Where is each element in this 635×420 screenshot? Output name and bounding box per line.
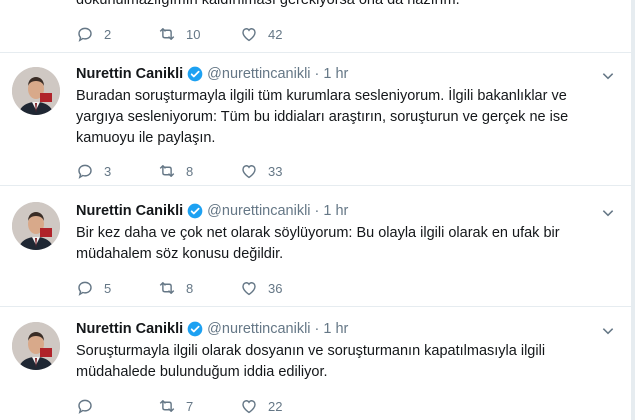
tweet-header: Nurettin Canikli @nurettincanikli · 1 hr: [76, 64, 348, 84]
tweet-text-line: kamuoyu ile paylaşın.: [76, 130, 216, 146]
tweet-header: Nurettin Canikli @nurettincanikli · 1 hr: [76, 319, 348, 339]
avatar-image: [12, 67, 60, 115]
tweet-text-line: müdahalede bulunduğum iddia ediliyor.: [76, 364, 328, 380]
like-button[interactable]: 42: [240, 25, 322, 43]
retweet-icon: [159, 165, 175, 177]
retweet-count: 7: [186, 398, 194, 414]
retweet-button[interactable]: 7: [158, 397, 240, 415]
tweet-timestamp[interactable]: 1 hr: [323, 66, 348, 82]
reply-button[interactable]: [76, 397, 158, 415]
reply-count: 2: [104, 26, 112, 42]
separator-dot: ·: [314, 321, 320, 337]
reply-icon: [78, 27, 92, 42]
tweet-text: Bir kez daha ve çok net olarak söylüyoru…: [76, 223, 616, 265]
like-count: 42: [268, 26, 283, 42]
tweet-text-line: Bir kez daha ve çok net olarak söylüyoru…: [76, 225, 560, 241]
retweet-icon: [159, 28, 175, 40]
tweet-timeline: dokunulmazlığımın kaldırılması gerekiyor…: [0, 0, 631, 420]
like-count: 33: [268, 163, 283, 179]
heart-icon: [242, 165, 256, 179]
like-count: 36: [268, 280, 283, 296]
reply-icon: [78, 281, 92, 296]
retweet-icon: [159, 400, 175, 412]
tweet-actions: 7 22: [76, 396, 322, 416]
tweet-actions: 3 8 33: [76, 161, 322, 181]
reply-icon: [78, 164, 92, 179]
tweet-actions: 5 8 36: [76, 278, 322, 298]
reply-button[interactable]: 5: [76, 279, 158, 297]
verified-badge-icon: [187, 203, 203, 219]
retweet-icon: [159, 282, 175, 294]
tweet-text: Buradan soruşturmayla ilgili tüm kurumla…: [76, 86, 616, 149]
retweet-button[interactable]: 8: [158, 279, 240, 297]
like-count: 22: [268, 398, 283, 414]
tweet-text-line: yargıya sesleniyorum: Tüm bu iddiaları a…: [76, 109, 569, 125]
author-name[interactable]: Nurettin Canikli: [76, 203, 183, 219]
reply-count: 5: [104, 280, 112, 296]
tweet[interactable]: Nurettin Canikli @nurettincanikli · 1 hr…: [0, 186, 631, 307]
tweet-timestamp[interactable]: 1 hr: [323, 321, 348, 337]
author-handle[interactable]: @nurettincanikli: [207, 321, 310, 337]
tweet-text: Soruşturmayla ilgili olarak dosyanın ve …: [76, 341, 616, 383]
reply-icon: [78, 399, 92, 414]
reply-button[interactable]: 3: [76, 162, 158, 180]
avatar-image: [12, 322, 60, 370]
like-button[interactable]: 36: [240, 279, 322, 297]
tweet-partial[interactable]: dokunulmazlığımın kaldırılması gerekiyor…: [0, 0, 631, 53]
tweet-text-line: Buradan soruşturmayla ilgili tüm kurumla…: [76, 88, 567, 104]
tweet-actions: 2 10 42: [76, 24, 322, 44]
retweet-button[interactable]: 8: [158, 162, 240, 180]
tweet[interactable]: Nurettin Canikli @nurettincanikli · 1 hr…: [0, 307, 631, 420]
author-name[interactable]: Nurettin Canikli: [76, 321, 183, 337]
author-name[interactable]: Nurettin Canikli: [76, 66, 183, 82]
chevron-down-icon[interactable]: [601, 206, 615, 220]
reply-count: 3: [104, 163, 112, 179]
reply-button[interactable]: 2: [76, 25, 158, 43]
avatar-image: [12, 202, 60, 250]
verified-badge-icon: [187, 321, 203, 337]
verified-badge-icon: [187, 66, 203, 82]
tweet[interactable]: Nurettin Canikli @nurettincanikli · 1 hr…: [0, 53, 631, 186]
separator-dot: ·: [314, 66, 320, 82]
retweet-button[interactable]: 10: [158, 25, 240, 43]
avatar[interactable]: [12, 322, 60, 370]
avatar[interactable]: [12, 67, 60, 115]
tweet-timestamp[interactable]: 1 hr: [323, 203, 348, 219]
scrollbar-track[interactable]: [631, 0, 635, 420]
retweet-count: 8: [186, 280, 194, 296]
retweet-count: 8: [186, 163, 194, 179]
tweet-text-line: müdahalem söz konusu değildir.: [76, 246, 284, 262]
heart-icon: [242, 400, 256, 414]
like-button[interactable]: 22: [240, 397, 322, 415]
tweet-text: dokunulmazlığımın kaldırılması gerekiyor…: [76, 0, 460, 8]
chevron-down-icon[interactable]: [601, 69, 615, 83]
tweet-text-line: Soruşturmayla ilgili olarak dosyanın ve …: [76, 343, 546, 359]
author-handle[interactable]: @nurettincanikli: [207, 66, 310, 82]
heart-icon: [242, 28, 256, 42]
avatar[interactable]: [12, 202, 60, 250]
heart-icon: [242, 282, 256, 296]
chevron-down-icon[interactable]: [601, 324, 615, 338]
author-handle[interactable]: @nurettincanikli: [207, 203, 310, 219]
retweet-count: 10: [186, 26, 201, 42]
separator-dot: ·: [314, 203, 320, 219]
tweet-header: Nurettin Canikli @nurettincanikli · 1 hr: [76, 201, 348, 221]
like-button[interactable]: 33: [240, 162, 322, 180]
